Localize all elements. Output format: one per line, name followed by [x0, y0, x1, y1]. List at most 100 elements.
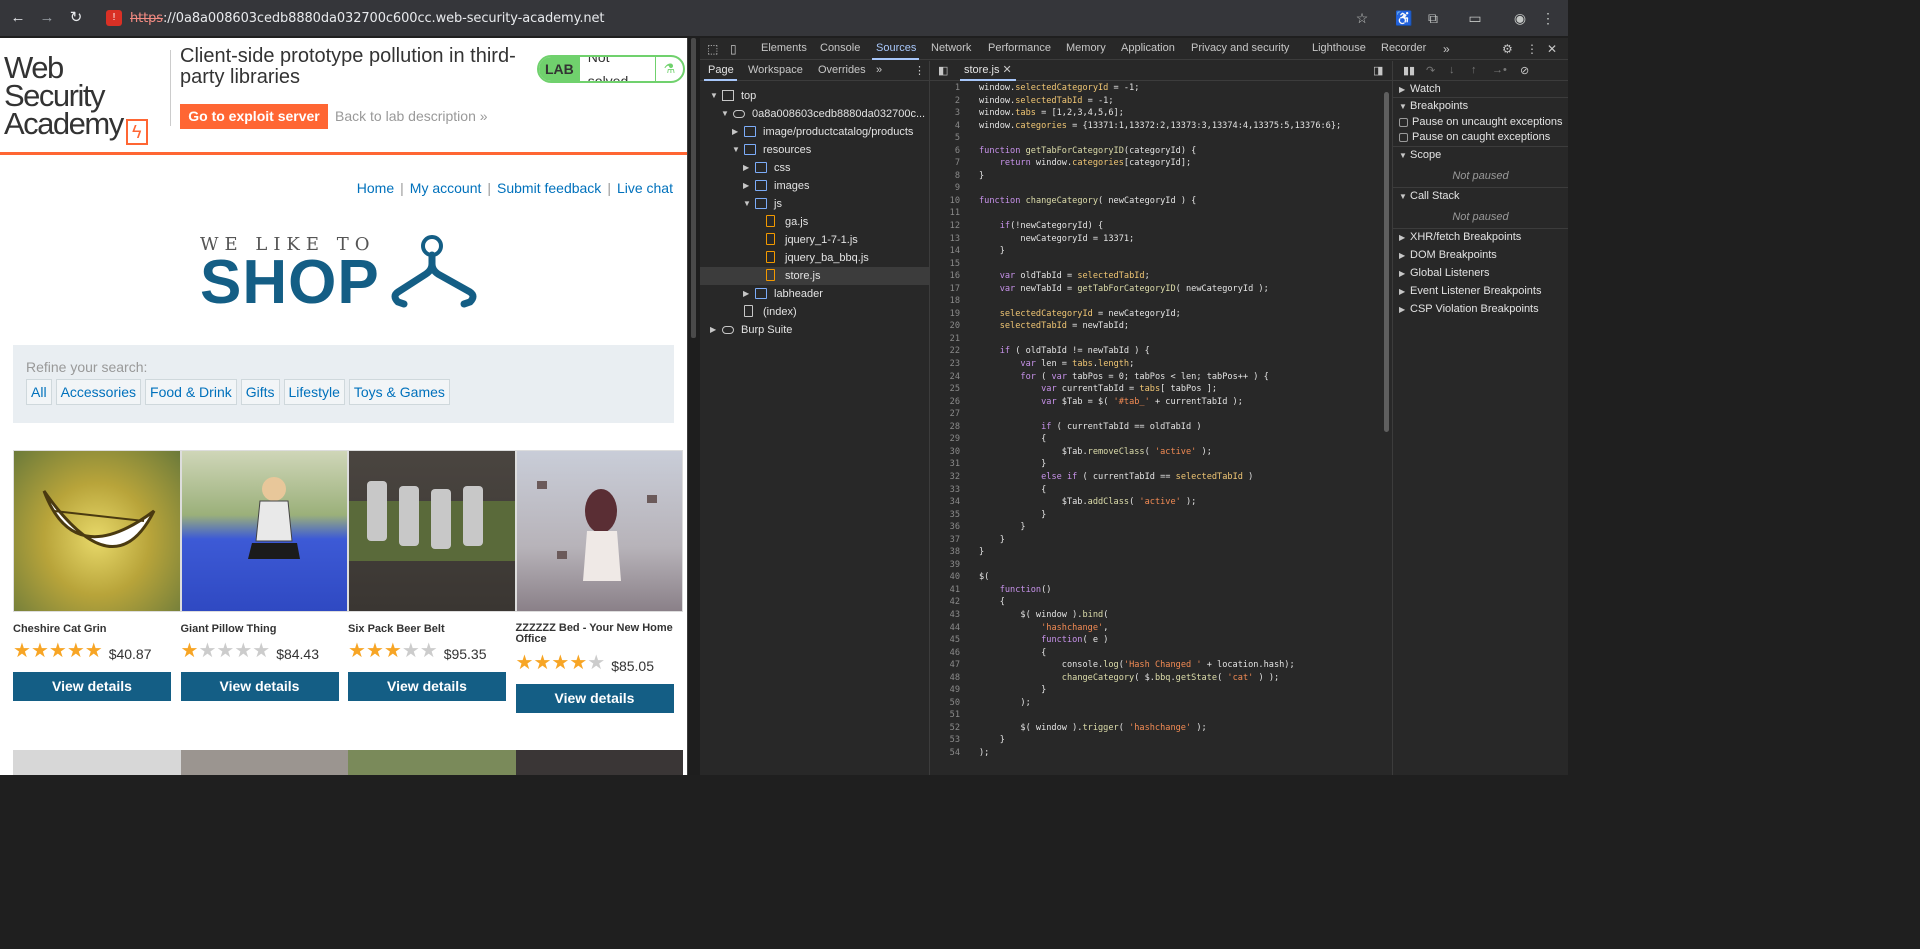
section-xhr-breakpoints[interactable]: ▶ XHR/fetch Breakpoints [1393, 229, 1568, 247]
tab-network[interactable]: Network [931, 42, 971, 54]
line-number[interactable]: 44 [930, 622, 960, 635]
line-number[interactable]: 38 [930, 546, 960, 559]
tree-node[interactable]: jquery_1-7-1.js [700, 231, 929, 249]
navigator-menu-icon[interactable]: ⋮ [914, 64, 925, 77]
browser-menu-icon[interactable]: ⋮ [1539, 9, 1557, 27]
line-number[interactable]: 35 [930, 509, 960, 522]
line-number[interactable]: 9 [930, 182, 960, 195]
line-number[interactable]: 11 [930, 207, 960, 220]
pause-uncaught-checkbox[interactable]: Pause on uncaught exceptions [1393, 115, 1568, 130]
step-into-icon[interactable]: ↓ [1449, 64, 1455, 76]
line-number[interactable]: 48 [930, 672, 960, 685]
line-number[interactable]: 23 [930, 358, 960, 371]
chevron-right-icon[interactable]: ▶ [710, 321, 716, 339]
filter-gifts[interactable]: Gifts [240, 379, 280, 405]
line-number[interactable]: 43 [930, 609, 960, 622]
line-number[interactable]: 45 [930, 634, 960, 647]
line-number[interactable]: 5 [930, 132, 960, 145]
line-number[interactable]: 36 [930, 521, 960, 534]
tab-performance[interactable]: Performance [988, 42, 1051, 54]
line-number[interactable]: 40 [930, 571, 960, 584]
reload-icon[interactable]: ↻ [67, 9, 85, 27]
editor-file-tab[interactable]: store.js ✕ [960, 61, 1016, 81]
line-number[interactable]: 42 [930, 596, 960, 609]
line-number[interactable]: 19 [930, 308, 960, 321]
tab-privacy-security[interactable]: Privacy and security [1191, 42, 1289, 54]
view-details-button[interactable]: View details [180, 672, 339, 701]
line-number[interactable]: 24 [930, 371, 960, 384]
step-over-icon[interactable]: ↷ [1426, 64, 1435, 77]
chevron-right-icon[interactable]: ▶ [743, 177, 749, 195]
scrollbar-thumb[interactable] [691, 38, 696, 338]
line-number[interactable]: 29 [930, 433, 960, 446]
tree-node[interactable]: ▶ labheader [700, 285, 929, 303]
devtools-resize-handle[interactable] [687, 38, 700, 775]
line-number[interactable]: 34 [930, 496, 960, 509]
filter-lifestyle[interactable]: Lifestyle [283, 379, 345, 405]
section-scope[interactable]: ▼ Scope [1393, 147, 1568, 164]
chevron-down-icon[interactable]: ▼ [732, 141, 740, 159]
product-thumb[interactable] [180, 750, 348, 775]
device-toolbar-icon[interactable]: ▯ [730, 42, 737, 56]
go-to-exploit-server-button[interactable]: Go to exploit server [180, 104, 328, 129]
tree-node[interactable]: ga.js [700, 213, 929, 231]
filter-accessories[interactable]: Accessories [55, 379, 142, 405]
line-number[interactable]: 8 [930, 170, 960, 183]
bookmark-star-icon[interactable]: ☆ [1353, 9, 1371, 27]
tab-elements[interactable]: Elements [761, 42, 807, 54]
beer-belt-image[interactable] [348, 450, 516, 612]
line-number[interactable]: 52 [930, 722, 960, 735]
line-number[interactable]: 22 [930, 345, 960, 358]
tree-node[interactable]: jquery_ba_bbq.js [700, 249, 929, 267]
line-number[interactable]: 15 [930, 258, 960, 271]
back-icon[interactable]: ← [9, 9, 27, 27]
tab-console[interactable]: Console [820, 42, 860, 54]
line-number[interactable]: 18 [930, 295, 960, 308]
line-number[interactable]: 26 [930, 396, 960, 409]
tab-recorder[interactable]: Recorder [1381, 42, 1426, 54]
tab-application[interactable]: Application [1121, 42, 1175, 54]
line-number[interactable]: 37 [930, 534, 960, 547]
close-devtools-icon[interactable]: ✕ [1547, 42, 1557, 56]
filter-toys-games[interactable]: Toys & Games [348, 379, 450, 405]
address-bar[interactable]: ! https://0a8a008603cedb8880da032700c600… [96, 5, 1386, 31]
view-details-button[interactable]: View details [348, 672, 506, 701]
line-number[interactable]: 31 [930, 458, 960, 471]
tree-node[interactable]: ▶ Burp Suite [700, 321, 929, 339]
nav-home[interactable]: Home [357, 180, 394, 196]
line-number[interactable]: 21 [930, 333, 960, 346]
tree-node[interactable]: ▼ resources [700, 141, 929, 159]
devtools-menu-icon[interactable]: ⋮ [1526, 42, 1538, 56]
pause-caught-checkbox[interactable]: Pause on caught exceptions [1393, 130, 1568, 147]
chevron-right-icon[interactable]: ▶ [732, 123, 738, 141]
line-number[interactable]: 7 [930, 157, 960, 170]
section-global-listeners[interactable]: ▶ Global Listeners [1393, 265, 1568, 283]
line-number[interactable]: 16 [930, 270, 960, 283]
code-content[interactable]: 1 window.selectedCategoryId = -1; 2 window.… [930, 82, 1392, 774]
line-number[interactable]: 2 [930, 95, 960, 108]
line-number[interactable]: 6 [930, 145, 960, 158]
line-number[interactable]: 54 [930, 747, 960, 760]
product-thumb[interactable] [13, 750, 181, 775]
line-number[interactable]: 49 [930, 684, 960, 697]
view-details-button[interactable]: View details [13, 672, 171, 701]
line-number[interactable]: 53 [930, 734, 960, 747]
product-thumb[interactable] [348, 750, 516, 775]
line-number[interactable]: 4 [930, 120, 960, 133]
line-number[interactable]: 14 [930, 245, 960, 258]
tree-node[interactable]: ▼ top [700, 87, 929, 105]
back-to-lab-description-link[interactable]: Back to lab description » [335, 108, 488, 124]
line-number[interactable]: 12 [930, 220, 960, 233]
step-out-icon[interactable]: ↑ [1471, 64, 1477, 76]
line-number[interactable]: 25 [930, 383, 960, 396]
view-details-button[interactable]: View details [515, 684, 674, 713]
subtab-page[interactable]: Page [708, 64, 734, 76]
close-tab-icon[interactable]: ✕ [1003, 64, 1012, 76]
section-breakpoints[interactable]: ▼ Breakpoints [1393, 98, 1568, 115]
line-number[interactable]: 28 [930, 421, 960, 434]
nav-live-chat[interactable]: Live chat [617, 180, 673, 196]
line-number[interactable]: 41 [930, 584, 960, 597]
line-number[interactable]: 47 [930, 659, 960, 672]
subtab-workspace[interactable]: Workspace [748, 64, 803, 76]
forward-icon[interactable]: → [38, 9, 56, 27]
